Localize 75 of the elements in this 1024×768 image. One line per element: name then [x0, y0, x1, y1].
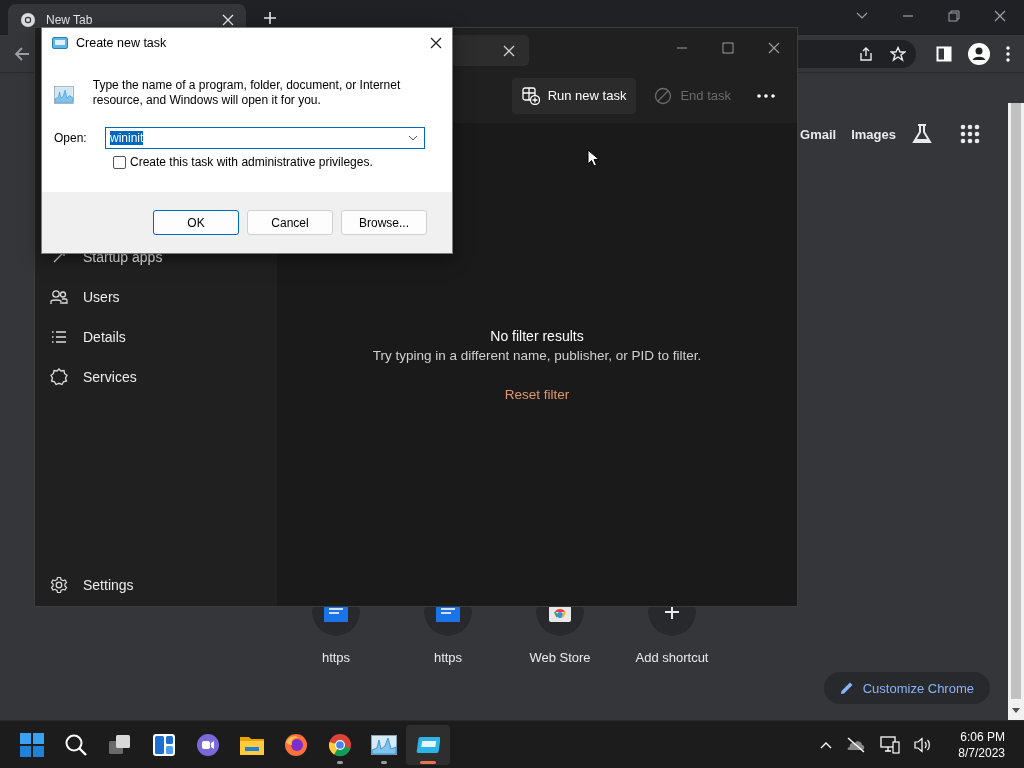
- list-icon: [50, 330, 68, 344]
- customize-button[interactable]: Customize Chrome: [823, 672, 990, 704]
- overlapping-windows-icon: [108, 732, 132, 757]
- dialog-button[interactable]: Browse...: [341, 210, 427, 235]
- video-chat-icon: [196, 732, 220, 757]
- fox-globe-icon: [284, 732, 308, 757]
- checkbox-label: Create this task with administrative privileges.: [130, 155, 373, 169]
- store-icon: [548, 607, 572, 624]
- run-task-button[interactable]: Run new task: [511, 77, 637, 114]
- nav-item[interactable]: Services: [35, 357, 277, 397]
- close-icon[interactable]: [768, 42, 780, 54]
- more-icon[interactable]: [757, 93, 775, 98]
- plus-icon: [664, 607, 680, 620]
- cloud-off-icon[interactable]: [846, 736, 867, 753]
- shortcut-label: https: [321, 650, 351, 665]
- clock-date[interactable]: 8/7/2023: [958, 744, 1005, 761]
- flask-icon[interactable]: [911, 123, 933, 145]
- side-panel-icon[interactable]: [936, 45, 952, 62]
- dropdown-caret-icon[interactable]: [408, 135, 418, 141]
- search-icon: [64, 732, 88, 757]
- nav-item[interactable]: Users: [35, 277, 277, 317]
- volume-icon[interactable]: [914, 736, 933, 753]
- open-label: Open:: [54, 131, 88, 145]
- dialog-title: Create new task: [76, 36, 168, 50]
- clear-icon[interactable]: [503, 44, 515, 57]
- back-icon[interactable]: [14, 45, 30, 62]
- reset-filter-link[interactable]: Reset filter: [504, 386, 570, 402]
- users-icon: [50, 289, 68, 305]
- cursor-icon: [587, 149, 599, 167]
- dialog-button[interactable]: OK: [153, 210, 239, 235]
- window-icon: [52, 37, 68, 49]
- restore-icon[interactable]: [948, 10, 960, 22]
- chart-icon: [371, 734, 397, 755]
- browser-icon: [328, 732, 352, 757]
- menu-icon[interactable]: [1006, 45, 1010, 62]
- empty-state-title: No filter results: [490, 327, 584, 344]
- clock-time[interactable]: 6:06 PM: [960, 728, 1005, 745]
- new-task-icon: [521, 86, 540, 105]
- admin-checkbox[interactable]: [113, 155, 126, 169]
- window-icon: [416, 734, 440, 755]
- empty-state-message: Try typing in a different name, publisher, or PID to filter.: [372, 347, 702, 363]
- close-icon[interactable]: [430, 37, 442, 49]
- dialog-button[interactable]: Cancel: [247, 210, 333, 235]
- star-icon[interactable]: [890, 45, 906, 62]
- shortcut-button[interactable]: [648, 607, 696, 636]
- chevron-up-icon[interactable]: [820, 740, 833, 749]
- shortcut-label: https: [433, 650, 463, 665]
- blocked-icon: [654, 86, 673, 105]
- network-icon[interactable]: [880, 735, 901, 754]
- start-icon: [20, 732, 44, 757]
- image-tile-icon: [436, 607, 460, 624]
- header-link[interactable]: Gmail: [800, 126, 837, 142]
- shortcut-label: Add shortcut: [635, 650, 709, 665]
- shortcut-button[interactable]: [536, 607, 584, 636]
- pencil-icon: [839, 681, 854, 695]
- close-icon[interactable]: [994, 10, 1006, 22]
- tab-favicon-icon: [20, 11, 36, 28]
- settings-icon: [50, 576, 68, 594]
- nav-item[interactable]: Details: [35, 317, 277, 357]
- apps-grid-icon[interactable]: [960, 124, 980, 144]
- open-combobox[interactable]: wininit: [105, 127, 425, 149]
- shortcut-label: Web Store: [529, 650, 591, 665]
- maximize-icon[interactable]: [722, 42, 734, 54]
- settings-item[interactable]: Settings: [35, 565, 277, 605]
- tab-title: New Tab: [46, 12, 94, 27]
- new-tab-icon[interactable]: [263, 11, 277, 25]
- share-icon[interactable]: [858, 45, 874, 62]
- scrollbar[interactable]: [1008, 103, 1024, 720]
- dialog-description: Type the name of a program, folder, document, or Internet resource, and Windows will open it for you.: [92, 78, 402, 108]
- profile-icon[interactable]: [968, 42, 990, 65]
- header-link[interactable]: Images: [851, 126, 896, 142]
- image-tile-icon: [324, 607, 348, 624]
- widgets-icon: [152, 732, 176, 757]
- taskbar-button[interactable]: [406, 724, 450, 765]
- tab-search-icon[interactable]: [856, 12, 868, 20]
